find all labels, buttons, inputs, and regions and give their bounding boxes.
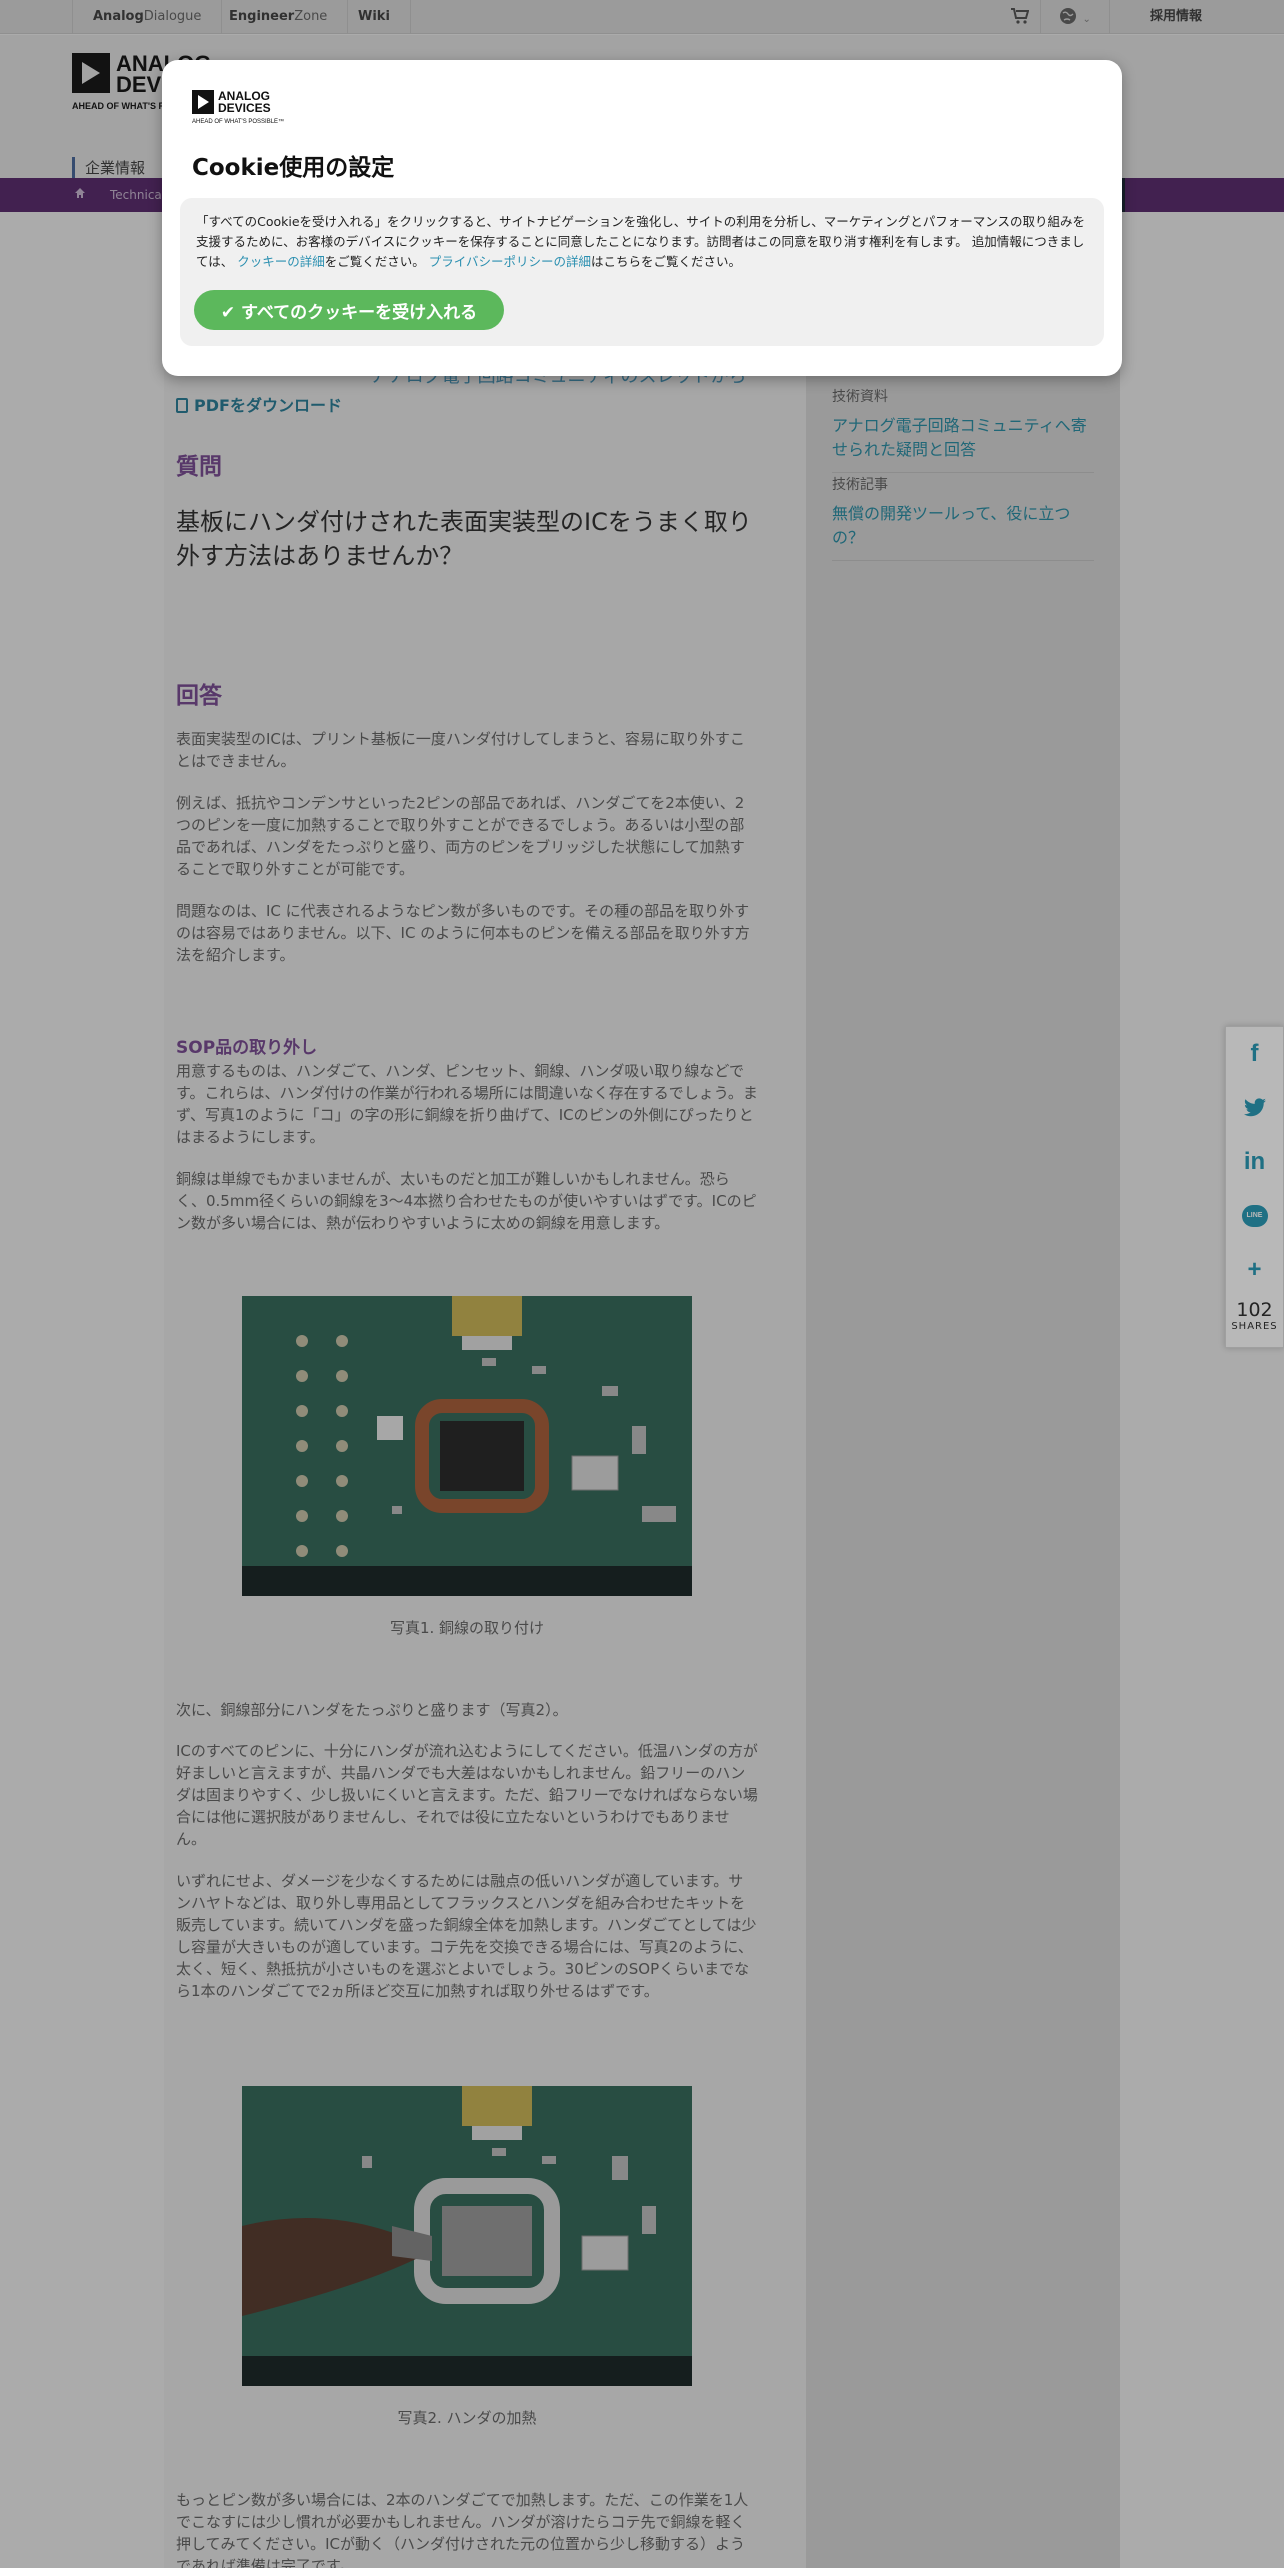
modal-backdrop bbox=[0, 0, 1284, 2568]
cookie-text-3: はこちらをご覧ください。 bbox=[591, 254, 742, 269]
cookie-message: 「すべてのCookieを受け入れる」をクリックすると、サイトナビゲーションを強化… bbox=[196, 212, 1088, 272]
logo-triangle-icon bbox=[192, 90, 214, 114]
cookie-consent-dialog: ANALOG DEVICES AHEAD OF WHAT'S POSSIBLE™ … bbox=[162, 60, 1122, 376]
cookie-text-2: をご覧ください。 bbox=[324, 254, 429, 269]
check-icon: ✔ bbox=[220, 302, 236, 323]
logo-wordmark: ANALOGDEVICES bbox=[218, 89, 271, 115]
modal-analog-devices-logo: ANALOG DEVICES AHEAD OF WHAT'S POSSIBLE™ bbox=[192, 89, 284, 125]
cookie-details-link[interactable]: クッキーの詳細 bbox=[237, 254, 325, 269]
accept-all-cookies-button[interactable]: ✔ すべてのクッキーを受け入れる bbox=[194, 290, 504, 330]
cookie-dialog-title: Cookie使用の設定 bbox=[192, 155, 395, 181]
logo-tagline: AHEAD OF WHAT'S POSSIBLE™ bbox=[192, 119, 285, 125]
privacy-policy-link[interactable]: プライバシーポリシーの詳細 bbox=[429, 254, 591, 269]
accept-label: すべてのクッキーを受け入れる bbox=[241, 302, 478, 323]
